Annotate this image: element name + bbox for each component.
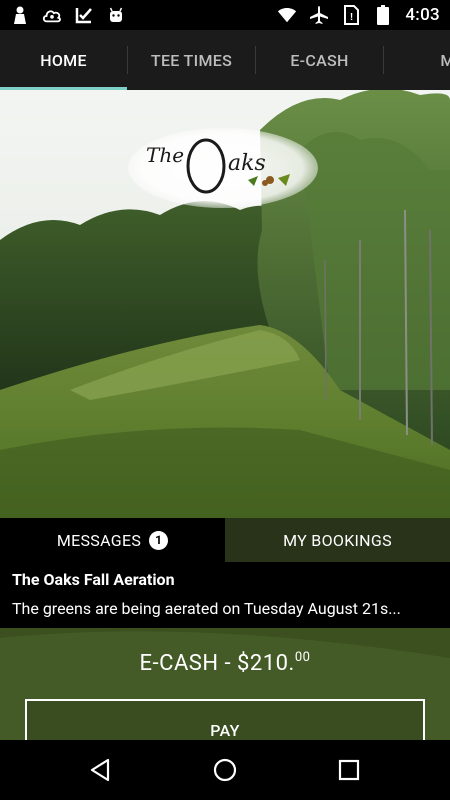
tab-my-bookings[interactable]: MY BOOKINGS <box>225 518 450 562</box>
home-icon[interactable] <box>207 752 243 788</box>
messages-tabs: MESSAGES 1 MY BOOKINGS <box>0 518 450 562</box>
tab-home[interactable]: HOME <box>0 30 127 90</box>
status-bar: ! 4:03 <box>0 0 450 30</box>
system-nav-bar <box>0 740 450 800</box>
clock: 4:03 <box>405 5 440 25</box>
svg-text:!: ! <box>350 12 353 23</box>
sim-icon: ! <box>341 5 361 25</box>
airplane-icon <box>309 5 329 25</box>
checkbox-icon <box>74 5 94 25</box>
top-tab-bar: HOME TEE TIMES E-CASH M <box>0 30 450 90</box>
golf-course-hero-image: The aks <box>0 90 450 518</box>
svg-text:aks: aks <box>228 151 266 176</box>
tab-e-cash[interactable]: E-CASH <box>256 30 383 90</box>
battery-icon <box>373 5 393 25</box>
tab-messages-label: MESSAGES <box>56 530 142 550</box>
message-item[interactable]: The Oaks Fall Aeration The greens are be… <box>0 562 450 628</box>
ecash-label: E-CASH - $210. <box>139 651 295 676</box>
svg-text:The: The <box>146 143 184 167</box>
android-icon <box>106 5 126 25</box>
recents-icon[interactable] <box>331 752 367 788</box>
person-icon <box>10 5 30 25</box>
messages-count-badge: 1 <box>149 530 169 550</box>
ecash-balance: E-CASH - $210.00 <box>0 650 450 676</box>
back-icon[interactable] <box>82 752 118 788</box>
message-body: The greens are being aerated on Tuesday … <box>12 599 401 618</box>
tab-more[interactable]: M <box>384 30 450 90</box>
the-oaks-logo: The aks <box>128 128 318 208</box>
tab-messages[interactable]: MESSAGES 1 <box>0 518 225 562</box>
message-title: The Oaks Fall Aeration <box>12 570 175 589</box>
tab-tee-times[interactable]: TEE TIMES <box>128 30 255 90</box>
wifi-icon <box>277 5 297 25</box>
ecash-cents: 00 <box>294 650 311 665</box>
cloud-icon <box>42 5 62 25</box>
